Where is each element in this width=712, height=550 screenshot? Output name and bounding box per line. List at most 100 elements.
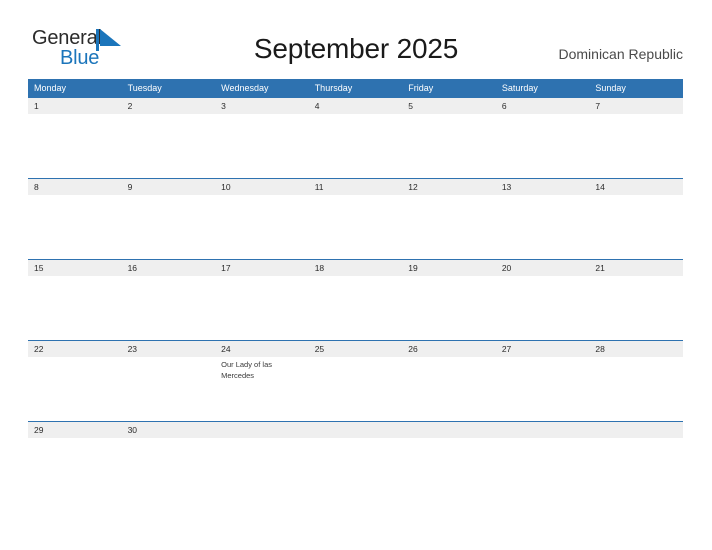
calendar-page: General Blue September 2025 Dominican Re…: [0, 0, 712, 550]
day-events: [34, 195, 122, 198]
calendar-day-cell[interactable]: 19: [402, 260, 496, 341]
calendar-day-cell[interactable]: 10: [215, 179, 309, 260]
calendar-day-cell[interactable]: 18: [309, 260, 403, 341]
calendar-day-cell[interactable]: 26: [402, 341, 496, 422]
calendar-day-cell[interactable]: 9: [122, 179, 216, 260]
day-events: [315, 357, 403, 360]
weekday-header-friday: Friday: [408, 83, 434, 93]
weekday-header-wednesday: Wednesday: [221, 83, 269, 93]
day-number: 5: [408, 101, 413, 111]
weekday-header-tuesday: Tuesday: [127, 83, 162, 93]
day-number: 8: [34, 182, 39, 192]
calendar-day-cell[interactable]: 21: [589, 260, 683, 341]
day-number: 17: [221, 263, 231, 273]
day-number: 2: [127, 101, 133, 111]
day-events: [595, 357, 683, 360]
day-number: 9: [127, 182, 133, 192]
page-header: General Blue September 2025 Dominican Re…: [0, 0, 712, 78]
calendar-day-cell[interactable]: 28: [589, 341, 683, 422]
day-events: [408, 357, 496, 360]
calendar-grid: Monday Tuesday Wednesday Thursday Friday…: [28, 79, 683, 502]
day-number: 19: [408, 263, 418, 273]
day-events: [315, 114, 403, 117]
day-events: [595, 276, 683, 279]
calendar-day-cell-empty: [589, 422, 683, 503]
holiday-label: Our Lady of las Mercedes: [221, 360, 272, 380]
calendar-week-row: 22 23 24 Our Lady of las Mercedes 25 26 …: [28, 340, 683, 421]
day-events: [221, 195, 309, 198]
day-events: [34, 438, 122, 441]
calendar-week-row: 1 2 3 4 5 6 7: [28, 97, 683, 178]
day-number: 14: [595, 182, 605, 192]
day-number: 18: [314, 263, 325, 273]
calendar-day-cell[interactable]: 23: [122, 341, 216, 422]
day-number: 6: [501, 101, 507, 111]
day-number: 1: [34, 101, 39, 111]
day-events: [315, 195, 403, 198]
calendar-day-cell[interactable]: 30: [122, 422, 216, 503]
calendar-day-cell[interactable]: 6: [496, 98, 590, 179]
day-number: 30: [127, 425, 138, 435]
weekday-header-monday: Monday: [34, 83, 67, 93]
calendar-day-cell[interactable]: 25: [309, 341, 403, 422]
day-events: [221, 276, 309, 279]
day-number: 26: [408, 344, 418, 354]
country-label: Dominican Republic: [558, 46, 683, 62]
day-number: 11: [314, 182, 324, 192]
calendar-day-cell[interactable]: 5: [402, 98, 496, 179]
calendar-day-cell[interactable]: 20: [496, 260, 590, 341]
calendar-day-cell[interactable]: 17: [215, 260, 309, 341]
day-number: 25: [314, 344, 325, 354]
calendar-day-cell[interactable]: 22: [28, 341, 122, 422]
calendar-day-cell[interactable]: 1: [28, 98, 122, 179]
day-number: 10: [221, 182, 231, 192]
day-number: 27: [501, 344, 512, 354]
day-number: 12: [408, 182, 418, 192]
calendar-day-cell[interactable]: 7: [589, 98, 683, 179]
day-number: 16: [127, 263, 138, 273]
day-events: Our Lady of las Mercedes: [221, 357, 309, 381]
calendar-day-cell[interactable]: 29: [28, 422, 122, 503]
day-number: 3: [221, 101, 226, 111]
calendar-day-cell[interactable]: 4: [309, 98, 403, 179]
calendar-day-cell[interactable]: 8: [28, 179, 122, 260]
calendar-day-cell[interactable]: 27: [496, 341, 590, 422]
day-number: 22: [34, 344, 44, 354]
day-events: [128, 195, 216, 198]
calendar-day-cell-empty: [496, 422, 590, 503]
calendar-day-cell[interactable]: 14: [589, 179, 683, 260]
weekday-header-thursday: Thursday: [314, 83, 353, 93]
weekday-header-row: Monday Tuesday Wednesday Thursday Friday…: [28, 79, 683, 97]
day-events: [408, 276, 496, 279]
calendar-day-cell-empty: [309, 422, 403, 503]
day-number: 15: [34, 263, 44, 273]
weekday-header-saturday: Saturday: [501, 83, 538, 93]
day-events: [502, 276, 590, 279]
day-events: [408, 195, 496, 198]
weekday-header-sunday: Sunday: [595, 83, 626, 93]
day-events: [595, 195, 683, 198]
day-events: [502, 357, 590, 360]
day-number: 21: [595, 263, 605, 273]
calendar-week-row: 29 30: [28, 421, 683, 502]
calendar-day-cell[interactable]: 12: [402, 179, 496, 260]
calendar-day-cell-holiday[interactable]: 24 Our Lady of las Mercedes: [215, 341, 309, 422]
day-events: [34, 357, 122, 360]
day-number: 13: [501, 182, 512, 192]
day-number: 20: [501, 263, 512, 273]
calendar-day-cell[interactable]: 16: [122, 260, 216, 341]
day-number: 7: [595, 101, 601, 111]
calendar-day-cell[interactable]: 11: [309, 179, 403, 260]
day-events: [128, 438, 216, 441]
calendar-day-cell[interactable]: 13: [496, 179, 590, 260]
calendar-day-cell-empty: [402, 422, 496, 503]
calendar-day-cell[interactable]: 2: [122, 98, 216, 179]
day-events: [502, 114, 590, 117]
day-events: [408, 114, 496, 117]
day-events: [128, 276, 216, 279]
calendar-day-cell[interactable]: 3: [215, 98, 309, 179]
calendar-day-cell[interactable]: 15: [28, 260, 122, 341]
day-number: 23: [127, 344, 138, 354]
day-events: [34, 114, 122, 117]
day-number: 29: [34, 425, 44, 435]
